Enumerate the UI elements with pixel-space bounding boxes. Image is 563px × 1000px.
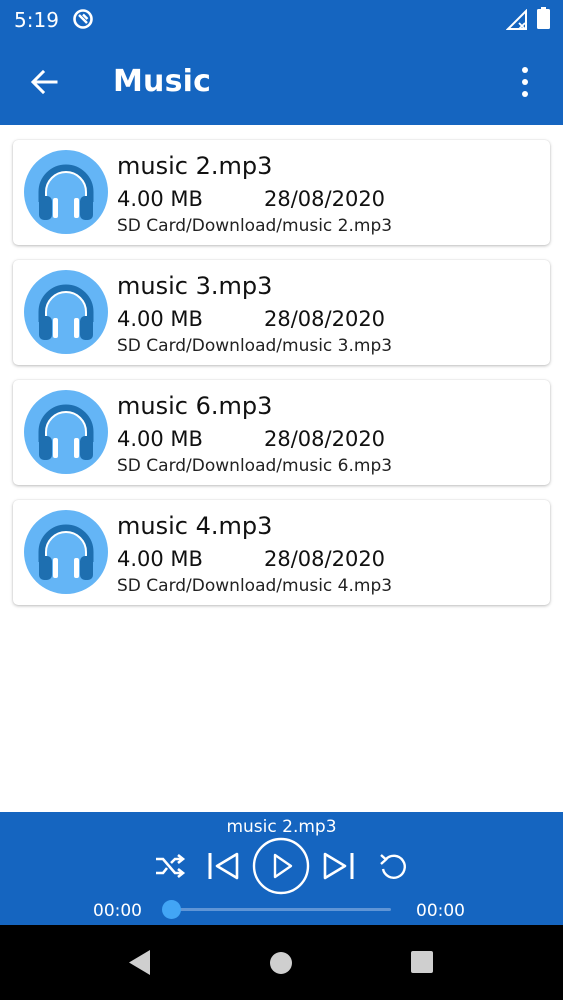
seek-bar[interactable] [172, 908, 391, 911]
page-title: Music [113, 64, 212, 99]
play-icon[interactable] [252, 837, 310, 895]
system-nav-bar [0, 925, 563, 1000]
file-date: 28/08/2020 [264, 187, 386, 211]
file-date: 28/08/2020 [264, 307, 386, 331]
repeat-icon[interactable] [377, 851, 409, 881]
signal-off-icon [506, 9, 527, 30]
file-date: 28/08/2020 [264, 547, 386, 571]
status-time: 5:19 [14, 8, 59, 32]
file-path: SD Card/Download/music 3.mp3 [117, 336, 393, 356]
file-date: 28/08/2020 [264, 427, 386, 451]
file-name: music 6.mp3 [117, 392, 273, 420]
total-time: 00:00 [416, 901, 465, 921]
nav-recents-icon[interactable] [410, 950, 434, 974]
headphones-icon [24, 150, 108, 234]
headphones-icon [24, 390, 108, 474]
player-bar: music 2.mp3 00:00 00:00 [0, 812, 563, 925]
arrow-left-icon[interactable] [28, 66, 60, 98]
shuffle-icon[interactable] [154, 852, 186, 880]
status-bar: 5:19 [0, 0, 563, 40]
headphones-icon [24, 510, 108, 594]
file-name: music 4.mp3 [117, 512, 273, 540]
file-path: SD Card/Download/music 4.mp3 [117, 576, 393, 596]
file-size: 4.00 MB [117, 307, 203, 331]
list-item[interactable]: music 4.mp3 4.00 MB 28/08/2020 SD Card/D… [13, 500, 550, 605]
file-size: 4.00 MB [117, 547, 203, 571]
file-size: 4.00 MB [117, 427, 203, 451]
file-size: 4.00 MB [117, 187, 203, 211]
skip-next-icon[interactable] [322, 850, 356, 882]
file-name: music 2.mp3 [117, 152, 273, 180]
skip-previous-icon[interactable] [206, 850, 240, 882]
file-name: music 3.mp3 [117, 272, 273, 300]
app-notification-icon [73, 9, 93, 29]
headphones-icon [24, 270, 108, 354]
now-playing-title: music 2.mp3 [226, 817, 337, 837]
file-path: SD Card/Download/music 6.mp3 [117, 456, 393, 476]
list-item[interactable]: music 6.mp3 4.00 MB 28/08/2020 SD Card/D… [13, 380, 550, 485]
list-item[interactable]: music 3.mp3 4.00 MB 28/08/2020 SD Card/D… [13, 260, 550, 365]
list-item[interactable]: music 2.mp3 4.00 MB 28/08/2020 SD Card/D… [13, 140, 550, 245]
app-bar: Music [0, 40, 563, 125]
file-path: SD Card/Download/music 2.mp3 [117, 216, 393, 236]
elapsed-time: 00:00 [93, 901, 142, 921]
seek-thumb[interactable] [162, 900, 181, 919]
nav-back-icon[interactable] [127, 949, 151, 976]
battery-icon [537, 7, 550, 29]
nav-home-icon[interactable] [269, 951, 293, 975]
more-vertical-icon[interactable] [511, 64, 539, 100]
